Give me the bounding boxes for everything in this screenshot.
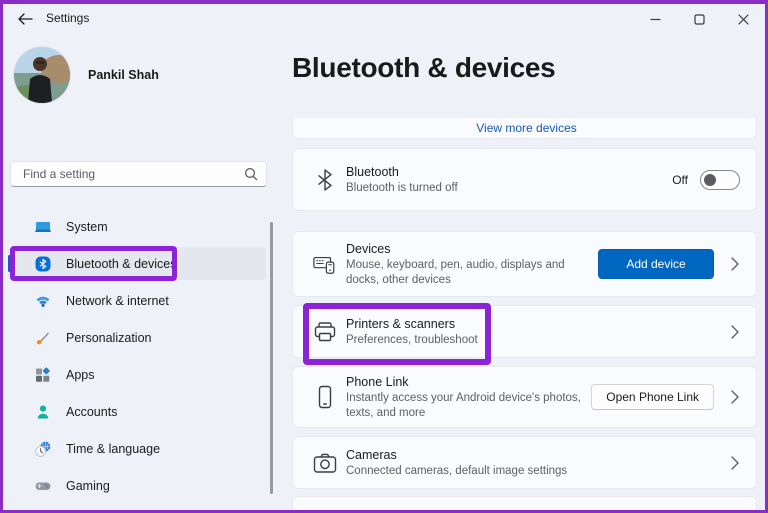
- system-icon: [35, 219, 51, 235]
- chevron-right-icon: [730, 325, 740, 339]
- back-button[interactable]: [12, 7, 38, 31]
- close-icon: [738, 14, 749, 25]
- maximize-button[interactable]: [677, 4, 721, 34]
- sidebar-item-gaming[interactable]: Gaming: [8, 469, 266, 502]
- user-profile[interactable]: Pankil Shah: [14, 47, 159, 103]
- search-box[interactable]: [10, 161, 267, 187]
- phone-icon: [313, 385, 337, 409]
- sidebar-item-network-internet[interactable]: Network & internet: [8, 284, 266, 317]
- chevron-right-icon: [730, 257, 740, 271]
- card-subtitle: Instantly access your Android device's p…: [346, 391, 584, 421]
- apps-icon: [35, 367, 51, 383]
- sidebar-item-label: Accounts: [66, 405, 117, 419]
- search-input[interactable]: [21, 166, 244, 182]
- sidebar-item-accessibility[interactable]: Accessibility: [8, 506, 266, 510]
- bluetooth-card[interactable]: Bluetooth Bluetooth is turned off Off: [292, 148, 757, 211]
- sidebar: Pankil Shah System Bluetooth & devices: [3, 34, 285, 510]
- back-arrow-icon: [18, 13, 33, 25]
- card-subtitle: Mouse, keyboard, pen, audio, displays an…: [346, 258, 598, 288]
- card-title: Phone Link: [346, 374, 591, 391]
- card-subtitle: Connected cameras, default image setting…: [346, 464, 730, 479]
- card-title: Cameras: [346, 447, 730, 464]
- chevron-right-icon: [730, 390, 740, 404]
- settings-window: Settings: [3, 4, 765, 510]
- card-subtitle: Preferences, troubleshoot: [346, 333, 730, 348]
- cameras-card[interactable]: Cameras Connected cameras, default image…: [292, 436, 757, 489]
- sidebar-item-label: Personalization: [66, 331, 151, 345]
- time-language-icon: [35, 441, 51, 457]
- toggle-knob: [704, 174, 716, 186]
- printer-icon: [313, 320, 337, 344]
- sidebar-item-accounts[interactable]: Accounts: [8, 395, 266, 428]
- sidebar-item-personalization[interactable]: Personalization: [8, 321, 266, 354]
- devices-icon: [313, 252, 337, 276]
- card-title: Devices: [346, 241, 598, 258]
- add-device-button[interactable]: Add device: [598, 249, 714, 279]
- view-more-devices-link[interactable]: View more devices: [476, 121, 577, 135]
- sidebar-item-apps[interactable]: Apps: [8, 358, 266, 391]
- sidebar-item-label: Time & language: [66, 442, 160, 456]
- card-subtitle: Bluetooth is turned off: [346, 181, 672, 196]
- bluetooth-toggle[interactable]: [700, 170, 740, 190]
- card-title: Bluetooth: [346, 164, 672, 181]
- network-icon: [35, 293, 51, 309]
- settings-cards: View more devices Bluetooth Bluetooth is…: [292, 118, 757, 510]
- minimize-button[interactable]: [633, 4, 677, 34]
- accounts-icon: [35, 404, 51, 420]
- card-title: Printers & scanners: [346, 316, 730, 333]
- page-title: Bluetooth & devices: [292, 52, 757, 84]
- titlebar: Settings: [3, 4, 765, 34]
- personalization-icon: [35, 330, 51, 346]
- toggle-state-label: Off: [672, 173, 688, 187]
- sidebar-item-label: Bluetooth & devices: [66, 257, 177, 271]
- next-card-partial: [292, 496, 757, 510]
- sidebar-item-label: Gaming: [66, 479, 110, 493]
- user-name: Pankil Shah: [88, 68, 159, 82]
- close-button[interactable]: [721, 4, 765, 34]
- devices-card[interactable]: Devices Mouse, keyboard, pen, audio, dis…: [292, 231, 757, 297]
- gaming-icon: [35, 478, 51, 494]
- sidebar-item-system[interactable]: System: [8, 210, 266, 243]
- sidebar-item-label: System: [66, 220, 108, 234]
- minimize-icon: [650, 14, 661, 25]
- window-controls: [633, 4, 765, 34]
- window-title: Settings: [46, 11, 89, 25]
- phone-link-card[interactable]: Phone Link Instantly access your Android…: [292, 366, 757, 429]
- view-more-devices-card: View more devices: [292, 118, 757, 139]
- chevron-right-icon: [730, 456, 740, 470]
- camera-icon: [313, 451, 337, 475]
- sidebar-item-bluetooth-devices[interactable]: Bluetooth & devices: [8, 247, 266, 280]
- bluetooth-outline-icon: [313, 168, 337, 192]
- sidebar-nav: System Bluetooth & devices Network & int…: [8, 210, 266, 510]
- maximize-icon: [694, 14, 705, 25]
- printers-scanners-card[interactable]: Printers & scanners Preferences, trouble…: [292, 305, 757, 358]
- bluetooth-icon: [35, 256, 51, 272]
- sidebar-item-time-language[interactable]: Time & language: [8, 432, 266, 465]
- sidebar-scrollbar[interactable]: [270, 222, 273, 494]
- open-phone-link-button[interactable]: Open Phone Link: [591, 384, 714, 410]
- main-content: Bluetooth & devices View more devices Bl…: [292, 32, 757, 510]
- search-icon: [244, 167, 258, 181]
- sidebar-item-label: Apps: [66, 368, 95, 382]
- sidebar-item-label: Network & internet: [66, 294, 169, 308]
- avatar: [14, 47, 70, 103]
